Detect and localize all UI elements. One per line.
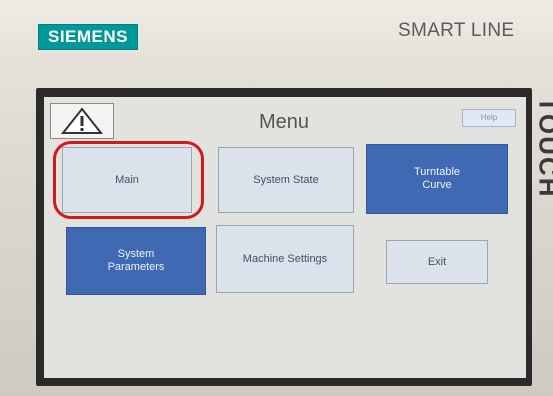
system-parameters-button-label: System Parameters xyxy=(107,248,165,273)
warning-button[interactable] xyxy=(50,103,114,139)
turntable-curve-button-label: Turntable Curve xyxy=(413,166,461,191)
touch-side-label: TOUCH xyxy=(533,96,553,199)
brand-bar: SIEMENS SMART LINE xyxy=(0,0,553,68)
main-button-label: Main xyxy=(115,173,139,186)
exit-button[interactable]: Exit xyxy=(386,240,488,284)
siemens-logo: SIEMENS xyxy=(38,24,138,50)
system-state-button[interactable]: System State xyxy=(218,147,354,213)
exit-button-label: Exit xyxy=(427,255,447,268)
page-title: Menu xyxy=(258,111,310,133)
main-button[interactable]: Main xyxy=(62,147,192,213)
touch-screen: Menu Help Main System State Turntable Cu… xyxy=(44,97,526,378)
system-parameters-button[interactable]: System Parameters xyxy=(66,227,206,295)
machine-settings-button-label: Machine Settings xyxy=(242,252,328,265)
system-state-button-label: System State xyxy=(253,173,319,186)
warning-triangle-icon xyxy=(60,107,104,134)
model-label: SMART LINE xyxy=(398,20,515,41)
machine-settings-button[interactable]: Machine Settings xyxy=(216,225,354,293)
help-button[interactable]: Help xyxy=(462,109,516,127)
turntable-curve-button[interactable]: Turntable Curve xyxy=(366,144,508,214)
